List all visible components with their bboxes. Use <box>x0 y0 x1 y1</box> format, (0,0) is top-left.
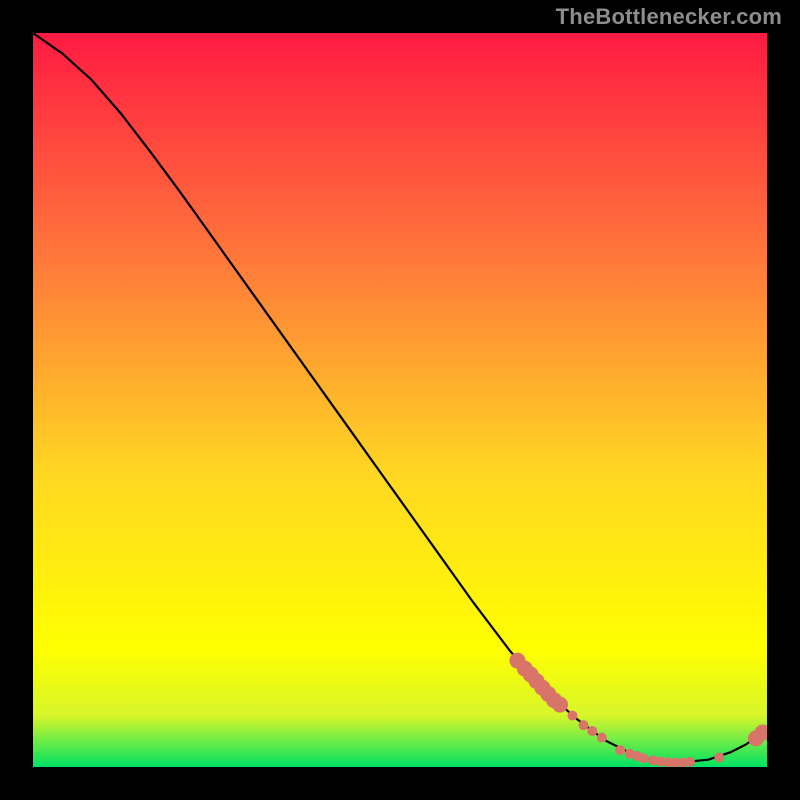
chart-svg <box>33 33 767 767</box>
data-marker <box>639 753 649 763</box>
chart-plot-area <box>33 33 767 767</box>
data-marker <box>597 733 607 743</box>
data-marker <box>587 726 597 736</box>
data-marker <box>714 752 724 762</box>
data-marker <box>552 697 568 713</box>
attribution-text: TheBottlenecker.com <box>556 4 782 30</box>
data-marker <box>567 711 577 721</box>
data-marker <box>579 720 589 730</box>
data-marker <box>685 757 695 767</box>
data-marker <box>615 745 625 755</box>
